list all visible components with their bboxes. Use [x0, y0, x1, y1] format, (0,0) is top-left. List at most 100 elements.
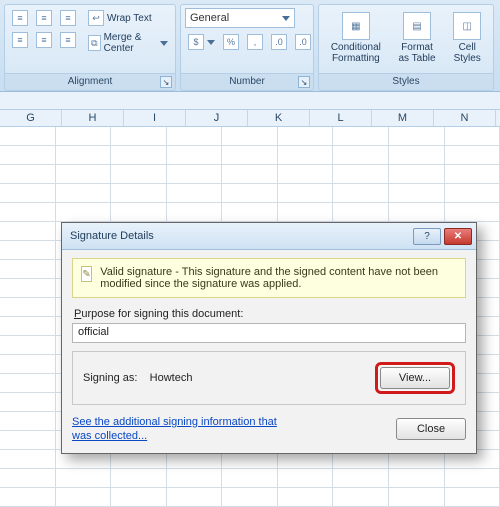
cell[interactable]	[389, 488, 445, 507]
cell[interactable]	[56, 184, 112, 203]
cell[interactable]	[0, 317, 56, 336]
cell[interactable]	[0, 450, 56, 469]
cell[interactable]	[0, 203, 56, 222]
cell[interactable]	[56, 469, 112, 488]
dialog-titlebar[interactable]: Signature Details ? ✕	[62, 223, 476, 250]
cell[interactable]	[278, 203, 334, 222]
wrap-text-button[interactable]: ↩ Wrap Text	[85, 8, 171, 28]
cell[interactable]	[56, 165, 112, 184]
help-button[interactable]: ?	[413, 228, 441, 245]
format-as-table-button[interactable]: ▤ Format as Table	[391, 8, 442, 68]
cell[interactable]	[278, 184, 334, 203]
cell[interactable]	[0, 469, 56, 488]
cell[interactable]	[0, 279, 56, 298]
cell[interactable]	[333, 165, 389, 184]
close-button[interactable]: Close	[396, 418, 466, 440]
comma-button[interactable]: ,	[244, 32, 266, 52]
cell[interactable]	[0, 260, 56, 279]
cell[interactable]	[333, 469, 389, 488]
cell[interactable]	[222, 165, 278, 184]
align-tr[interactable]: ≡	[57, 8, 79, 28]
cell-styles-button[interactable]: ◫ Cell Styles	[446, 8, 488, 68]
align-bl[interactable]: ≡	[9, 30, 31, 50]
cell[interactable]	[0, 165, 56, 184]
view-certificate-button[interactable]: View...	[380, 367, 450, 389]
cell[interactable]	[222, 488, 278, 507]
cell[interactable]	[0, 393, 56, 412]
cell[interactable]	[0, 127, 56, 146]
cell[interactable]	[445, 146, 500, 165]
cell[interactable]	[0, 412, 56, 431]
cell[interactable]	[222, 469, 278, 488]
cell[interactable]	[333, 203, 389, 222]
cell[interactable]	[111, 203, 167, 222]
cell[interactable]	[333, 488, 389, 507]
col-header[interactable]: H	[62, 110, 124, 126]
align-br[interactable]: ≡	[57, 30, 79, 50]
cell[interactable]	[0, 355, 56, 374]
number-dialog-launcher[interactable]: ↘	[298, 76, 310, 88]
cell[interactable]	[222, 203, 278, 222]
col-header[interactable]: J	[186, 110, 248, 126]
cell[interactable]	[0, 488, 56, 507]
cell[interactable]	[167, 488, 223, 507]
cell[interactable]	[278, 469, 334, 488]
cell[interactable]	[333, 127, 389, 146]
additional-signing-info-link[interactable]: See the additional signing information t…	[72, 415, 292, 443]
cell[interactable]	[278, 165, 334, 184]
formula-bar[interactable]	[0, 92, 500, 110]
cell[interactable]	[111, 146, 167, 165]
col-header[interactable]: K	[248, 110, 310, 126]
align-tl[interactable]: ≡	[9, 8, 31, 28]
cell[interactable]	[167, 127, 223, 146]
cell[interactable]	[389, 146, 445, 165]
cell[interactable]	[0, 336, 56, 355]
col-header[interactable]: I	[124, 110, 186, 126]
alignment-dialog-launcher[interactable]: ↘	[160, 76, 172, 88]
cell[interactable]	[167, 146, 223, 165]
align-tc[interactable]: ≡	[33, 8, 55, 28]
col-header[interactable]: G	[0, 110, 62, 126]
cell[interactable]	[0, 241, 56, 260]
cell[interactable]	[167, 203, 223, 222]
align-bc[interactable]: ≡	[33, 30, 55, 50]
close-icon[interactable]: ✕	[444, 228, 472, 245]
percent-button[interactable]: %	[220, 32, 242, 52]
cell[interactable]	[0, 222, 56, 241]
cell[interactable]	[56, 203, 112, 222]
cell[interactable]	[111, 488, 167, 507]
cell[interactable]	[389, 184, 445, 203]
cell[interactable]	[389, 203, 445, 222]
cell[interactable]	[445, 165, 500, 184]
cell[interactable]	[445, 184, 500, 203]
col-header[interactable]: M	[372, 110, 434, 126]
cell[interactable]	[111, 165, 167, 184]
cell[interactable]	[111, 127, 167, 146]
cell[interactable]	[0, 146, 56, 165]
cell[interactable]	[278, 146, 334, 165]
cell[interactable]	[222, 146, 278, 165]
col-header[interactable]: L	[310, 110, 372, 126]
cell[interactable]	[222, 184, 278, 203]
cell[interactable]	[111, 184, 167, 203]
cell[interactable]	[56, 127, 112, 146]
currency-button[interactable]: $	[185, 32, 218, 52]
cell[interactable]	[167, 165, 223, 184]
cell[interactable]	[111, 469, 167, 488]
cell[interactable]	[56, 146, 112, 165]
cell[interactable]	[56, 488, 112, 507]
cell[interactable]	[167, 184, 223, 203]
decrease-decimal-button[interactable]: .0	[292, 32, 314, 52]
cell[interactable]	[167, 469, 223, 488]
cell[interactable]	[389, 469, 445, 488]
cell[interactable]	[333, 184, 389, 203]
cell[interactable]	[389, 165, 445, 184]
cell[interactable]	[389, 127, 445, 146]
increase-decimal-button[interactable]: .0	[268, 32, 290, 52]
cell[interactable]	[278, 127, 334, 146]
cell[interactable]	[0, 431, 56, 450]
cell[interactable]	[445, 203, 500, 222]
cell[interactable]	[445, 469, 500, 488]
cell[interactable]	[445, 488, 500, 507]
cell[interactable]	[0, 184, 56, 203]
